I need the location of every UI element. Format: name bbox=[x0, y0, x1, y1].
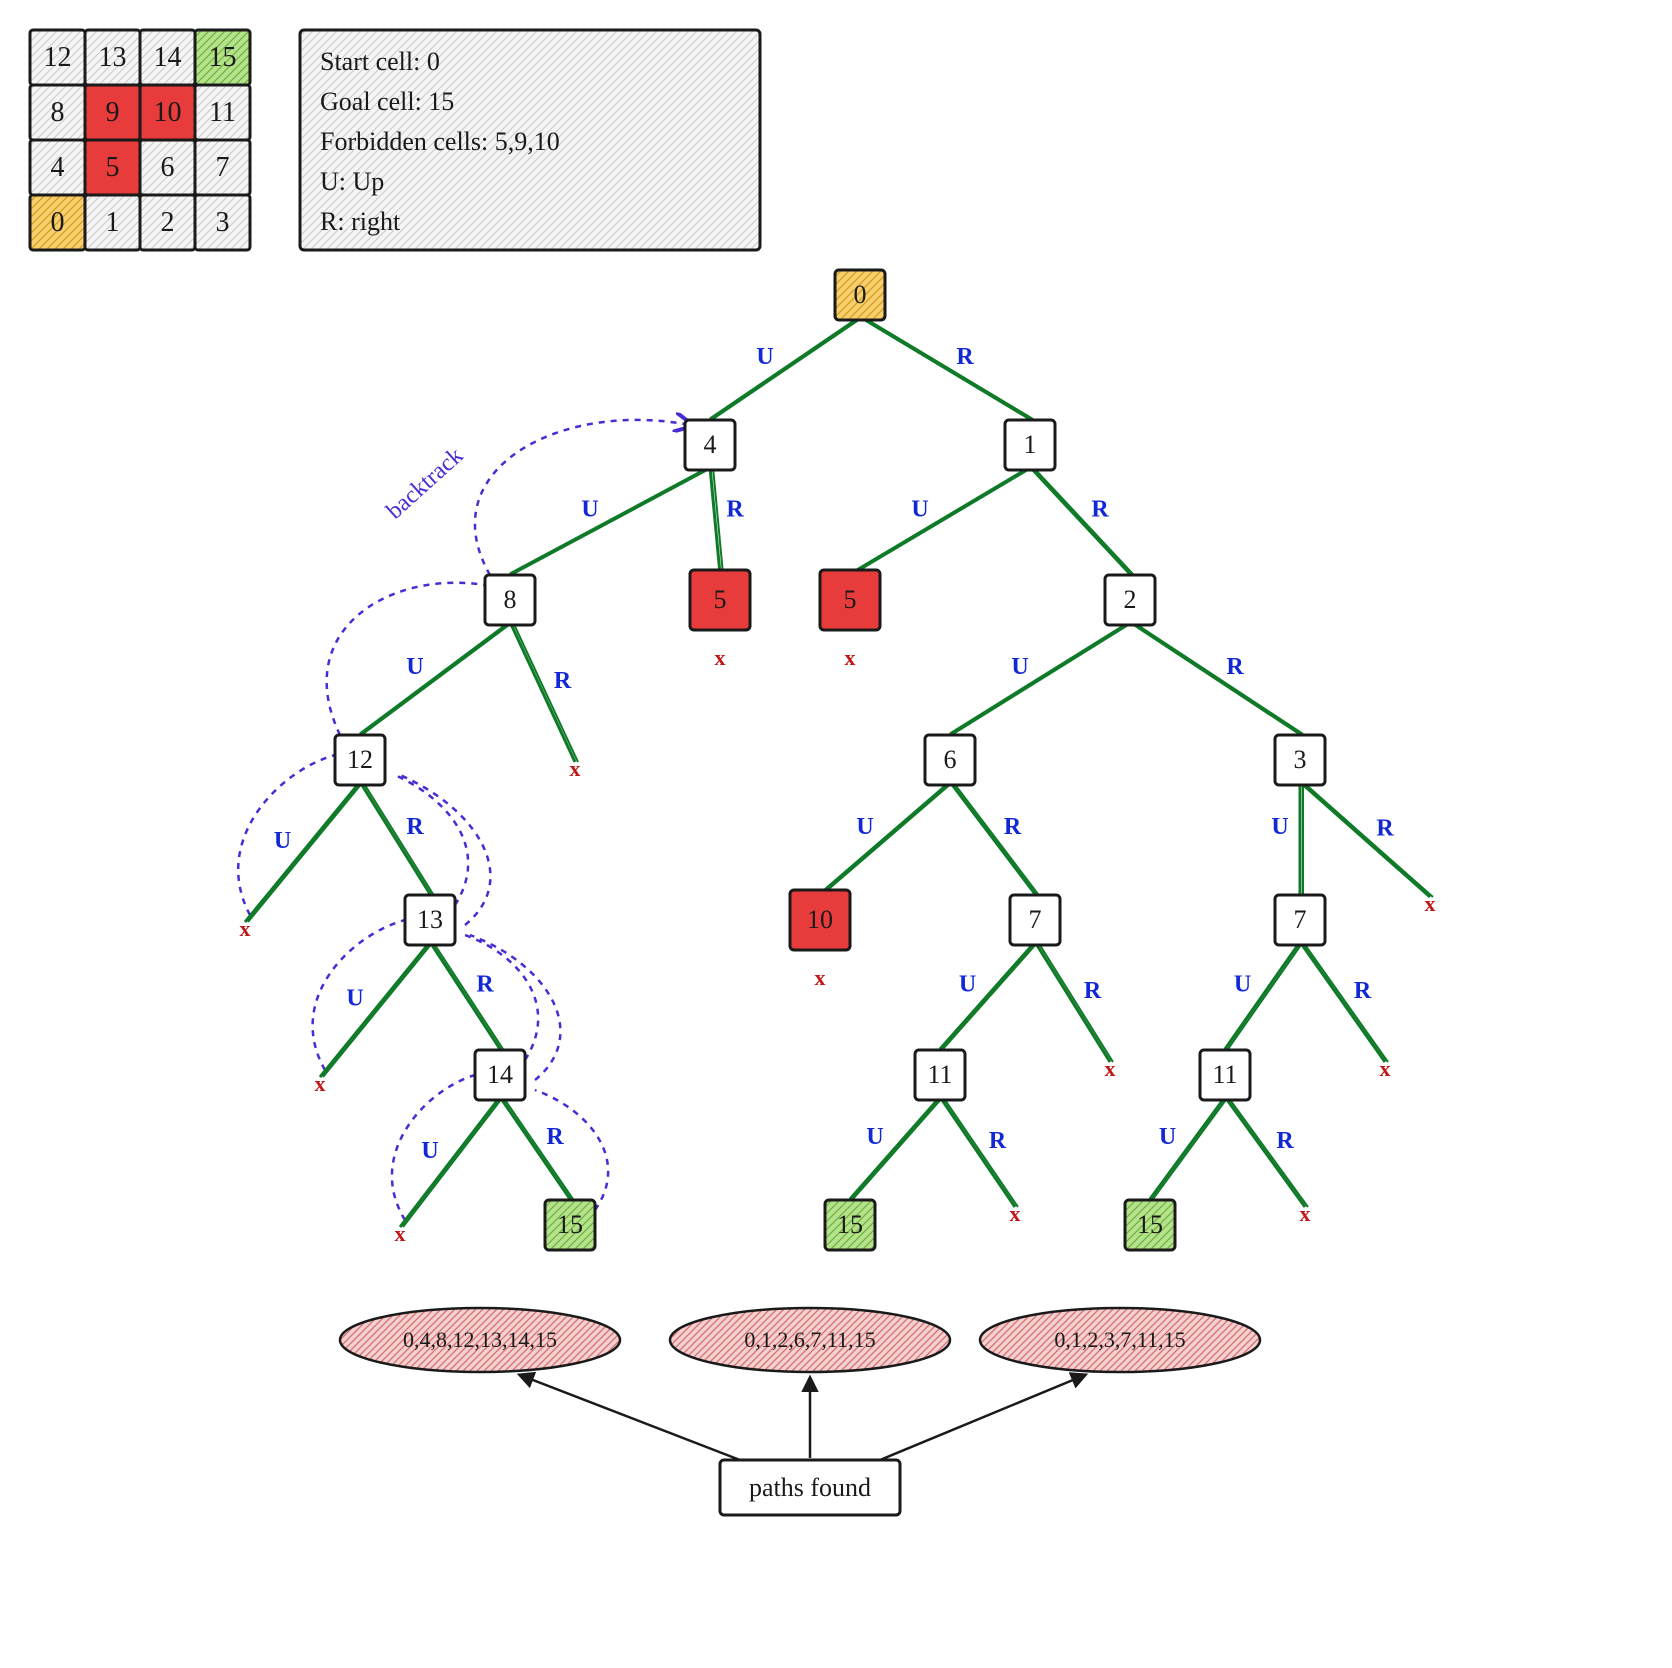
dead-mark: x bbox=[845, 645, 856, 670]
grid-cell-label: 8 bbox=[51, 97, 65, 128]
path-text: 0,1,2,6,7,11,15 bbox=[744, 1327, 875, 1352]
grid-cell-label: 4 bbox=[51, 152, 65, 183]
paths-found: 0,4,8,12,13,14,15 0,1,2,6,7,11,15 0,1,2,3,… bbox=[340, 1308, 1260, 1372]
edge-label: U bbox=[1271, 814, 1288, 840]
edge-label: R bbox=[1354, 978, 1372, 1004]
grid-cell-label: 2 bbox=[161, 207, 175, 238]
grid-cell-label: 11 bbox=[209, 97, 236, 128]
tree-node-label: 14 bbox=[487, 1060, 513, 1089]
backtrack-label: backtrack bbox=[382, 443, 469, 525]
tree-node-label: 7 bbox=[1029, 905, 1042, 934]
grid-cell-label: 0 bbox=[51, 207, 65, 238]
edge-label: R bbox=[476, 972, 494, 998]
dead-mark: x bbox=[315, 1071, 326, 1096]
dead-mark: x bbox=[1380, 1056, 1391, 1081]
edge-label: U bbox=[406, 654, 423, 680]
legend-line: Start cell: 0 bbox=[320, 47, 440, 76]
grid-cell-label: 3 bbox=[216, 207, 230, 238]
paths-found-label: paths found bbox=[749, 1473, 871, 1502]
edge-label: R bbox=[1084, 978, 1102, 1004]
tree-edges: U R U R U R U R U R U R U R U R U R U R U R U R U R U R bbox=[245, 317, 1433, 1227]
legend-line: Goal cell: 15 bbox=[320, 87, 454, 116]
legend: Start cell: 0 Goal cell: 15 Forbidden ce… bbox=[300, 30, 760, 250]
diagram-root: 1213141589101145670123 Start cell: 0 Goa… bbox=[0, 0, 1672, 1668]
grid-cell-label: 14 bbox=[154, 42, 182, 73]
paths-found-box: paths found bbox=[520, 1375, 1085, 1515]
edge-label: R bbox=[1276, 1128, 1294, 1154]
edge-label: U bbox=[1159, 1124, 1176, 1150]
tree-node-label: 10 bbox=[807, 905, 833, 934]
edge-label: U bbox=[274, 828, 291, 854]
tree-node-label: 15 bbox=[1137, 1210, 1163, 1239]
edge-label: R bbox=[989, 1128, 1007, 1154]
edge-label: U bbox=[346, 986, 363, 1012]
edge-label: R bbox=[1226, 654, 1244, 680]
backtrack-curves bbox=[238, 420, 690, 1220]
legend-line: R: right bbox=[320, 207, 401, 236]
grid-cell-label: 13 bbox=[99, 42, 127, 73]
dead-mark: x bbox=[395, 1221, 406, 1246]
tree-node-label: 1 bbox=[1024, 430, 1037, 459]
edge-label: U bbox=[1011, 654, 1028, 680]
edge-label: U bbox=[581, 497, 598, 523]
dead-mark: x bbox=[570, 756, 581, 781]
tree-nodes: 0 4 1 8 5 5 2 12 x 6 3 x 13 10 7 7 x x 14 11 x 11 x x 15 15 x 15 x bbox=[240, 270, 1436, 1250]
grid: 1213141589101145670123 bbox=[30, 30, 250, 250]
edge-label: R bbox=[726, 497, 744, 523]
grid-cell-label: 1 bbox=[106, 207, 120, 238]
tree-node-label: 15 bbox=[837, 1210, 863, 1239]
edge-label: R bbox=[546, 1124, 564, 1150]
dead-mark: x bbox=[1010, 1201, 1021, 1226]
grid-cell-label: 6 bbox=[161, 152, 175, 183]
edge-label: R bbox=[956, 344, 974, 370]
edge-label: U bbox=[911, 497, 928, 523]
tree-node-label: 15 bbox=[557, 1210, 583, 1239]
tree-node-label: 6 bbox=[944, 745, 957, 774]
dead-mark: x bbox=[1425, 891, 1436, 916]
dead-mark: x bbox=[715, 645, 726, 670]
edge-label: U bbox=[1234, 972, 1251, 998]
tree-node-label: 5 bbox=[844, 585, 857, 614]
dead-mark: x bbox=[1105, 1056, 1116, 1081]
tree-node-label: 4 bbox=[704, 430, 717, 459]
path-text: 0,4,8,12,13,14,15 bbox=[403, 1327, 557, 1352]
legend-line: Forbidden cells: 5,9,10 bbox=[320, 127, 560, 156]
tree-node-label: 2 bbox=[1124, 585, 1137, 614]
tree-node-label: 12 bbox=[347, 745, 373, 774]
edge-label: U bbox=[421, 1138, 438, 1164]
edge-label: R bbox=[554, 668, 572, 694]
grid-cell-label: 7 bbox=[216, 152, 230, 183]
tree-node-label: 8 bbox=[504, 585, 517, 614]
tree-node-label: 3 bbox=[1294, 745, 1307, 774]
edge-label: U bbox=[959, 972, 976, 998]
grid-cell-label: 10 bbox=[154, 97, 182, 128]
edge-label: R bbox=[1091, 497, 1109, 523]
legend-line: U: Up bbox=[320, 167, 384, 196]
dead-mark: x bbox=[1300, 1201, 1311, 1226]
edge-label: U bbox=[866, 1124, 883, 1150]
grid-cell-label: 9 bbox=[106, 97, 120, 128]
tree-node-label: 11 bbox=[927, 1060, 952, 1089]
tree-node-label: 0 bbox=[854, 280, 867, 309]
edge-label: R bbox=[1376, 816, 1394, 842]
edge-label: R bbox=[406, 814, 424, 840]
grid-cell-label: 12 bbox=[44, 42, 72, 73]
dead-mark: x bbox=[815, 965, 826, 990]
tree-node-label: 13 bbox=[417, 905, 443, 934]
path-text: 0,1,2,3,7,11,15 bbox=[1054, 1327, 1185, 1352]
dead-mark: x bbox=[240, 916, 251, 941]
tree-node-label: 11 bbox=[1212, 1060, 1237, 1089]
edge-label: U bbox=[856, 814, 873, 840]
edge-label: R bbox=[1004, 814, 1022, 840]
grid-cell-label: 15 bbox=[209, 42, 237, 73]
tree-node-label: 5 bbox=[714, 585, 727, 614]
tree-node-label: 7 bbox=[1294, 905, 1307, 934]
edge-label: U bbox=[756, 344, 773, 370]
grid-cell-label: 5 bbox=[106, 152, 120, 183]
